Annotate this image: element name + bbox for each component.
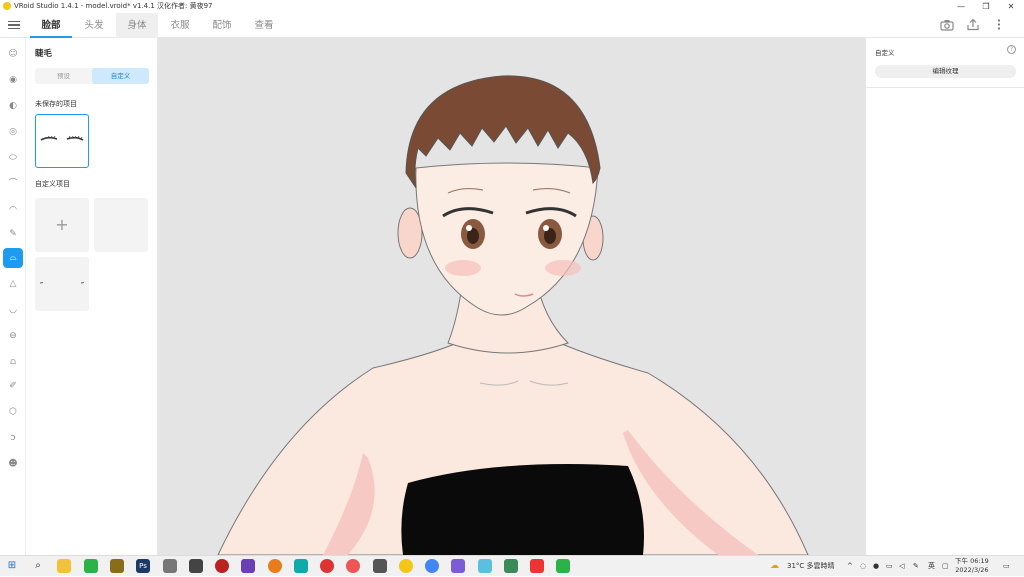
nose-icon[interactable]: △ <box>3 274 23 294</box>
face-outline-icon[interactable]: ⬡ <box>3 402 23 422</box>
ear-icon[interactable]: ↄ <box>3 428 23 448</box>
app-icon[interactable] <box>346 559 360 573</box>
custom-item-slot[interactable] <box>35 257 89 311</box>
pen-icon[interactable]: ✎ <box>913 556 919 577</box>
calculator-icon[interactable] <box>504 559 518 573</box>
file-explorer-icon[interactable] <box>57 559 71 573</box>
app-icon[interactable] <box>451 559 465 573</box>
right-panel-title: 自定义 <box>875 49 895 57</box>
app-logo-icon <box>3 2 11 10</box>
eye-shape-icon[interactable]: ⬭ <box>3 148 23 168</box>
microphone-icon[interactable]: ● <box>873 556 879 577</box>
teeth-icon[interactable]: ⩍ <box>3 352 23 372</box>
expression-icon[interactable]: ☻ <box>3 454 23 474</box>
app-icon[interactable] <box>294 559 308 573</box>
app-icon[interactable] <box>320 559 334 573</box>
clock-date: 2022/3/26 <box>955 566 989 574</box>
blender-icon[interactable] <box>268 559 282 573</box>
panel-title: 睫毛 <box>35 49 53 59</box>
export-icon[interactable] <box>965 18 981 31</box>
eye-icon[interactable]: ◉ <box>3 70 23 90</box>
notification-icon[interactable]: ▭ <box>1003 556 1010 577</box>
eyelash-icon[interactable]: ⌓ <box>3 248 23 268</box>
character-render <box>217 75 809 555</box>
line-app-icon[interactable] <box>556 559 570 573</box>
eyelash-preview-icon <box>40 135 84 141</box>
photoshop-icon[interactable]: Ps <box>136 559 150 573</box>
windows-start-icon[interactable]: ⊞ <box>5 559 19 573</box>
app-icon[interactable] <box>215 559 229 573</box>
weather-icon: ☁ <box>770 561 779 571</box>
preset-custom-toggle: 预设 自定义 <box>35 68 149 84</box>
restore-button[interactable]: ❐ <box>975 0 997 13</box>
volume-icon[interactable]: ◁ <box>899 556 904 577</box>
face-preset-icon[interactable]: ☺ <box>3 44 23 64</box>
tab-clothes[interactable]: 衣服 <box>160 13 200 38</box>
tab-view[interactable]: 查看 <box>244 13 284 38</box>
custom-segment[interactable]: 自定义 <box>92 68 149 84</box>
tray-app-icon[interactable]: ◌ <box>860 556 866 577</box>
tray-chevron-icon[interactable]: ^ <box>847 556 853 577</box>
app-icon[interactable] <box>478 559 492 573</box>
clock-time: 下午 06:19 <box>955 557 989 565</box>
brush-icon[interactable]: ✎ <box>3 224 23 244</box>
add-custom-item-button[interactable]: + <box>35 198 89 252</box>
iris-icon[interactable]: ◐ <box>3 96 23 116</box>
top-tab-bar: 脸部 头发 身体 衣服 配饰 查看 <box>0 13 1024 38</box>
eyelid-icon[interactable]: ◠ <box>3 200 23 220</box>
search-icon[interactable]: ⌕ <box>31 559 45 573</box>
tab-face[interactable]: 脸部 <box>30 13 72 38</box>
tab-accessories[interactable]: 配饰 <box>202 13 242 38</box>
line-app-icon[interactable] <box>84 559 98 573</box>
eye-white-icon[interactable]: ◎ <box>3 122 23 142</box>
unsaved-eyelash-thumbnail[interactable] <box>35 114 89 168</box>
window-title: VRoid Studio 1.4.1 - model.vroid* v1.4.1… <box>14 2 213 10</box>
camera-icon[interactable] <box>939 19 955 31</box>
app-icon[interactable] <box>110 559 124 573</box>
ime-mode-icon[interactable]: ▢ <box>942 556 949 577</box>
visual-studio-icon[interactable] <box>241 559 255 573</box>
eyelash-panel: 睫毛 预设 自定义 未保存的项目 自定义项目 + <box>26 38 158 555</box>
category-icon-column: ☺ ◉ ◐ ◎ ⬭ ⌒ ◠ ✎ ⌓ △ ◡ ⊖ ⩍ ✐ ⬡ ↄ ☻ <box>0 38 26 555</box>
more-icon[interactable] <box>991 18 1007 31</box>
mouth-icon[interactable]: ◡ <box>3 300 23 320</box>
makeup-icon[interactable]: ✐ <box>3 376 23 396</box>
model-viewport[interactable] <box>158 38 865 555</box>
tab-body[interactable]: 身体 <box>116 13 158 38</box>
lips-icon[interactable]: ⊖ <box>3 326 23 346</box>
preset-segment[interactable]: 预设 <box>35 68 92 84</box>
windows-taskbar: ⊞ ⌕ Ps ☁ 31°C 多雲時晴 ^ ◌ ● ▭ ◁ ✎ 英 ▢ 下午 06… <box>0 555 1024 576</box>
system-clock[interactable]: 下午 06:19 2022/3/26 <box>955 557 989 575</box>
chrome-icon[interactable] <box>425 559 439 573</box>
divider <box>866 87 1024 88</box>
eyebrow-icon[interactable]: ⌒ <box>3 174 23 194</box>
custom-properties-panel: 自定义 ? 编辑纹理 <box>865 38 1024 555</box>
network-icon[interactable]: ▭ <box>886 556 893 577</box>
minimize-button[interactable]: — <box>950 0 972 13</box>
ime-indicator[interactable]: 英 <box>928 556 935 577</box>
eyelash-preview-icon <box>39 282 85 284</box>
unsaved-items-label: 未保存的项目 <box>35 100 77 108</box>
app-icon[interactable] <box>373 559 387 573</box>
tab-hair[interactable]: 头发 <box>74 13 114 38</box>
wps-icon[interactable] <box>530 559 544 573</box>
app-icon[interactable] <box>163 559 177 573</box>
custom-item-slot[interactable] <box>94 198 148 252</box>
custom-items-label: 自定义项目 <box>35 180 70 188</box>
vroid-studio-icon[interactable] <box>399 559 413 573</box>
help-icon[interactable]: ? <box>1007 45 1016 54</box>
edit-texture-button[interactable]: 编辑纹理 <box>875 65 1016 78</box>
hamburger-menu-icon[interactable] <box>8 19 20 31</box>
weather-text[interactable]: 31°C 多雲時晴 <box>787 556 835 577</box>
app-icon[interactable] <box>189 559 203 573</box>
title-bar: VRoid Studio 1.4.1 - model.vroid* v1.4.1… <box>0 0 1024 13</box>
close-button[interactable]: ✕ <box>1000 0 1022 13</box>
